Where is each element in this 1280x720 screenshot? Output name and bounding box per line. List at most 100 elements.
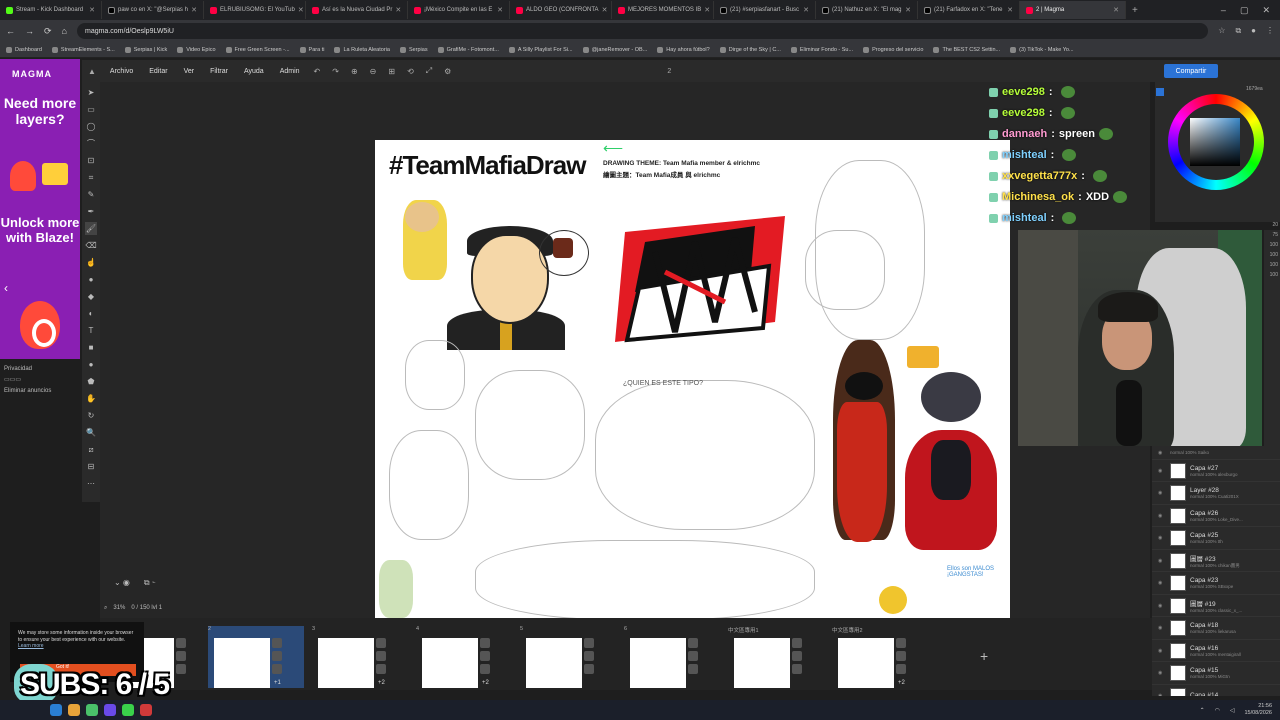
saturation-square[interactable]	[1190, 118, 1240, 166]
rotate-icon[interactable]: ⟲	[401, 67, 420, 76]
tab-close-icon[interactable]: ✕	[803, 6, 809, 14]
layer-visibility-icon[interactable]: ◉	[1158, 558, 1166, 564]
move-tool-icon[interactable]: ➤	[85, 86, 97, 99]
gradient-icon[interactable]: ◐	[85, 307, 97, 320]
fit-icon[interactable]: ⊞	[382, 67, 401, 76]
bookmark-item[interactable]: (3) TikTok - Make Yo...	[1010, 46, 1074, 53]
browser-tab[interactable]: ALDO GEO (CONFRONTA ✕	[510, 1, 612, 19]
ad-banner[interactable]: MAGMA Need more layers? Unlock more with…	[0, 59, 80, 359]
tab-close-icon[interactable]: ✕	[395, 6, 401, 14]
layer-row[interactable]: ◉ normal 100% Saiko	[1152, 446, 1280, 460]
zoom-out-icon[interactable]: ⊖	[364, 67, 383, 76]
layer-visibility-icon[interactable]: ◉	[1158, 535, 1166, 541]
privacy-icons[interactable]: ▭▭▭	[4, 376, 21, 383]
tab-close-icon[interactable]: ✕	[298, 6, 304, 14]
bookmark-item[interactable]: The BEST CS2 Settin...	[933, 46, 1000, 53]
lasso-icon[interactable]: ⌒	[85, 137, 97, 150]
tab-close-icon[interactable]: ✕	[1113, 6, 1119, 14]
menu-editar[interactable]: Editar	[141, 68, 175, 75]
taskbar-app-icon[interactable]	[86, 704, 98, 716]
layer-visibility-icon[interactable]: ◉	[1158, 490, 1166, 496]
more-tools-icon[interactable]: ⋯	[85, 477, 97, 490]
pen-icon[interactable]: ✒	[85, 205, 97, 218]
privacy-label[interactable]: Privacidad	[4, 366, 32, 372]
home-icon[interactable]: ⌂	[62, 26, 67, 36]
layer-visibility-icon[interactable]: ◉	[1158, 693, 1166, 697]
magma-logo-icon[interactable]: ▲	[82, 67, 102, 76]
maximize-icon[interactable]: ▢	[1240, 5, 1249, 16]
ellipse-tool-icon[interactable]: ●	[85, 358, 97, 371]
browser-tab[interactable]: (21) Farfadox en X: "Tene ✕	[918, 1, 1020, 19]
layer-row[interactable]: ◉ Capa #14	[1152, 685, 1280, 696]
browser-tab[interactable]: ¡México Compite en las E ✕	[408, 1, 510, 19]
bookmark-item[interactable]: Dashboard	[6, 46, 42, 53]
tab-close-icon[interactable]: ✕	[1007, 6, 1013, 14]
taskbar-app-icon[interactable]	[122, 704, 134, 716]
eraser-icon[interactable]: ⌫	[85, 239, 97, 252]
close-window-icon[interactable]: ✕	[1262, 5, 1270, 16]
layer-row[interactable]: ◉ Capa #26 normal 100% Loke_Dive...	[1152, 505, 1280, 527]
bookmark-item[interactable]: Serpias	[399, 46, 428, 53]
smudge-icon[interactable]: ☝	[85, 256, 97, 269]
layer-row[interactable]: ◉ 圖層 #23 normal 100% chikan圖男	[1152, 550, 1280, 572]
page-thumbnail[interactable]: 4 +2	[416, 626, 512, 688]
blur-icon[interactable]: ●	[85, 273, 97, 286]
bookmark-item[interactable]: Serpias | Kick	[124, 46, 167, 53]
layer-visibility-icon[interactable]: ◉	[1158, 603, 1166, 609]
minimize-icon[interactable]: –	[1221, 5, 1226, 16]
chat-toggle-icon[interactable]: ⌄ ◉	[114, 578, 130, 592]
bookmark-item[interactable]: Progreso del servicio	[863, 46, 923, 53]
tab-close-icon[interactable]: ✕	[191, 6, 197, 14]
tab-close-icon[interactable]: ✕	[602, 6, 608, 14]
bucket-icon[interactable]: ◆	[85, 290, 97, 303]
brush-setting-value[interactable]: 100	[1270, 262, 1278, 268]
taskbar-app-icon[interactable]	[104, 704, 116, 716]
bookmark-item[interactable]: Video Epico	[177, 46, 216, 53]
browser-tab[interactable]: 2 | Magma ✕	[1020, 1, 1126, 19]
browser-tab[interactable]: MEJORES MOMENTOS IB ✕	[612, 1, 714, 19]
remove-ads-link[interactable]: Eliminar anuncios	[4, 388, 51, 394]
menu-filtrar[interactable]: Filtrar	[202, 68, 236, 75]
brush-setting-value[interactable]: 100	[1270, 252, 1278, 258]
zoom-tool-icon[interactable]: 🔍	[85, 426, 97, 439]
browser-tab[interactable]: paw co en X: "@Serpias h ✕	[102, 1, 204, 19]
bookmark-item[interactable]: StreamElements - S...	[51, 46, 115, 53]
crop-icon[interactable]: ⌗	[85, 171, 97, 184]
layer-visibility-icon[interactable]: ◉	[1158, 468, 1166, 474]
taskbar-app-icon[interactable]	[140, 704, 152, 716]
layer-row[interactable]: ◉ 圖層 #19 normal 100% classic_x_...	[1152, 595, 1280, 617]
transform-icon[interactable]: ⊡	[85, 154, 97, 167]
layer-visibility-icon[interactable]: ◉	[1158, 625, 1166, 631]
layer-visibility-icon[interactable]: ◉	[1158, 513, 1166, 519]
bookmark-item[interactable]: Dirge of the Sky | C...	[719, 46, 781, 53]
layer-row[interactable]: ◉ Layer #28 normal 100% Cuati201X	[1152, 483, 1280, 505]
back-icon[interactable]: ←	[6, 26, 15, 36]
text-tool-icon[interactable]: T	[85, 324, 97, 337]
layer-row[interactable]: ◉ Capa #23 normal 100% SBxxpe	[1152, 573, 1280, 595]
select-ellipse-icon[interactable]: ◯	[85, 120, 97, 133]
profile-icon[interactable]: ●	[1251, 26, 1256, 36]
bookmark-item[interactable]: Hay ahora fútbol?	[657, 46, 710, 53]
menu-dots-icon[interactable]: ⋮	[1266, 26, 1274, 36]
layer-row[interactable]: ◉ Capa #18 normal 100% liekarusa	[1152, 618, 1280, 640]
menu-archivo[interactable]: Archivo	[102, 68, 141, 75]
bookmark-item[interactable]: Free Green Screen -...	[225, 46, 290, 53]
hand-icon[interactable]: ✋	[85, 392, 97, 405]
rotate-view-icon[interactable]: ↻	[85, 409, 97, 422]
bookmark-star-icon[interactable]: ☆	[1218, 26, 1225, 36]
cookie-learn-more[interactable]: Learn more	[18, 643, 44, 649]
ad-prev-icon[interactable]: ‹	[4, 281, 8, 295]
share-button[interactable]: Compartir	[1164, 64, 1218, 78]
taskbar-app-icon[interactable]	[50, 704, 62, 716]
rectangle-tool-icon[interactable]: ■	[85, 341, 97, 354]
layer-row[interactable]: ◉ Capa #25 normal 100% tth	[1152, 528, 1280, 550]
page-thumbnail[interactable]: 中文區專用2 +2	[832, 626, 928, 688]
page-thumbnail[interactable]: 3 +2	[312, 626, 408, 688]
layer-visibility-icon[interactable]: ◉	[1158, 450, 1166, 456]
layer-visibility-icon[interactable]: ◉	[1158, 670, 1166, 676]
tab-close-icon[interactable]: ✕	[89, 6, 95, 14]
tab-close-icon[interactable]: ✕	[704, 6, 710, 14]
redo-icon[interactable]: ↷	[326, 67, 345, 76]
layer-row[interactable]: ◉ Capa #27 normal 100% alexburgo	[1152, 460, 1280, 482]
browser-tab[interactable]: (21) Nathuz en X: "El mag ✕	[816, 1, 918, 19]
